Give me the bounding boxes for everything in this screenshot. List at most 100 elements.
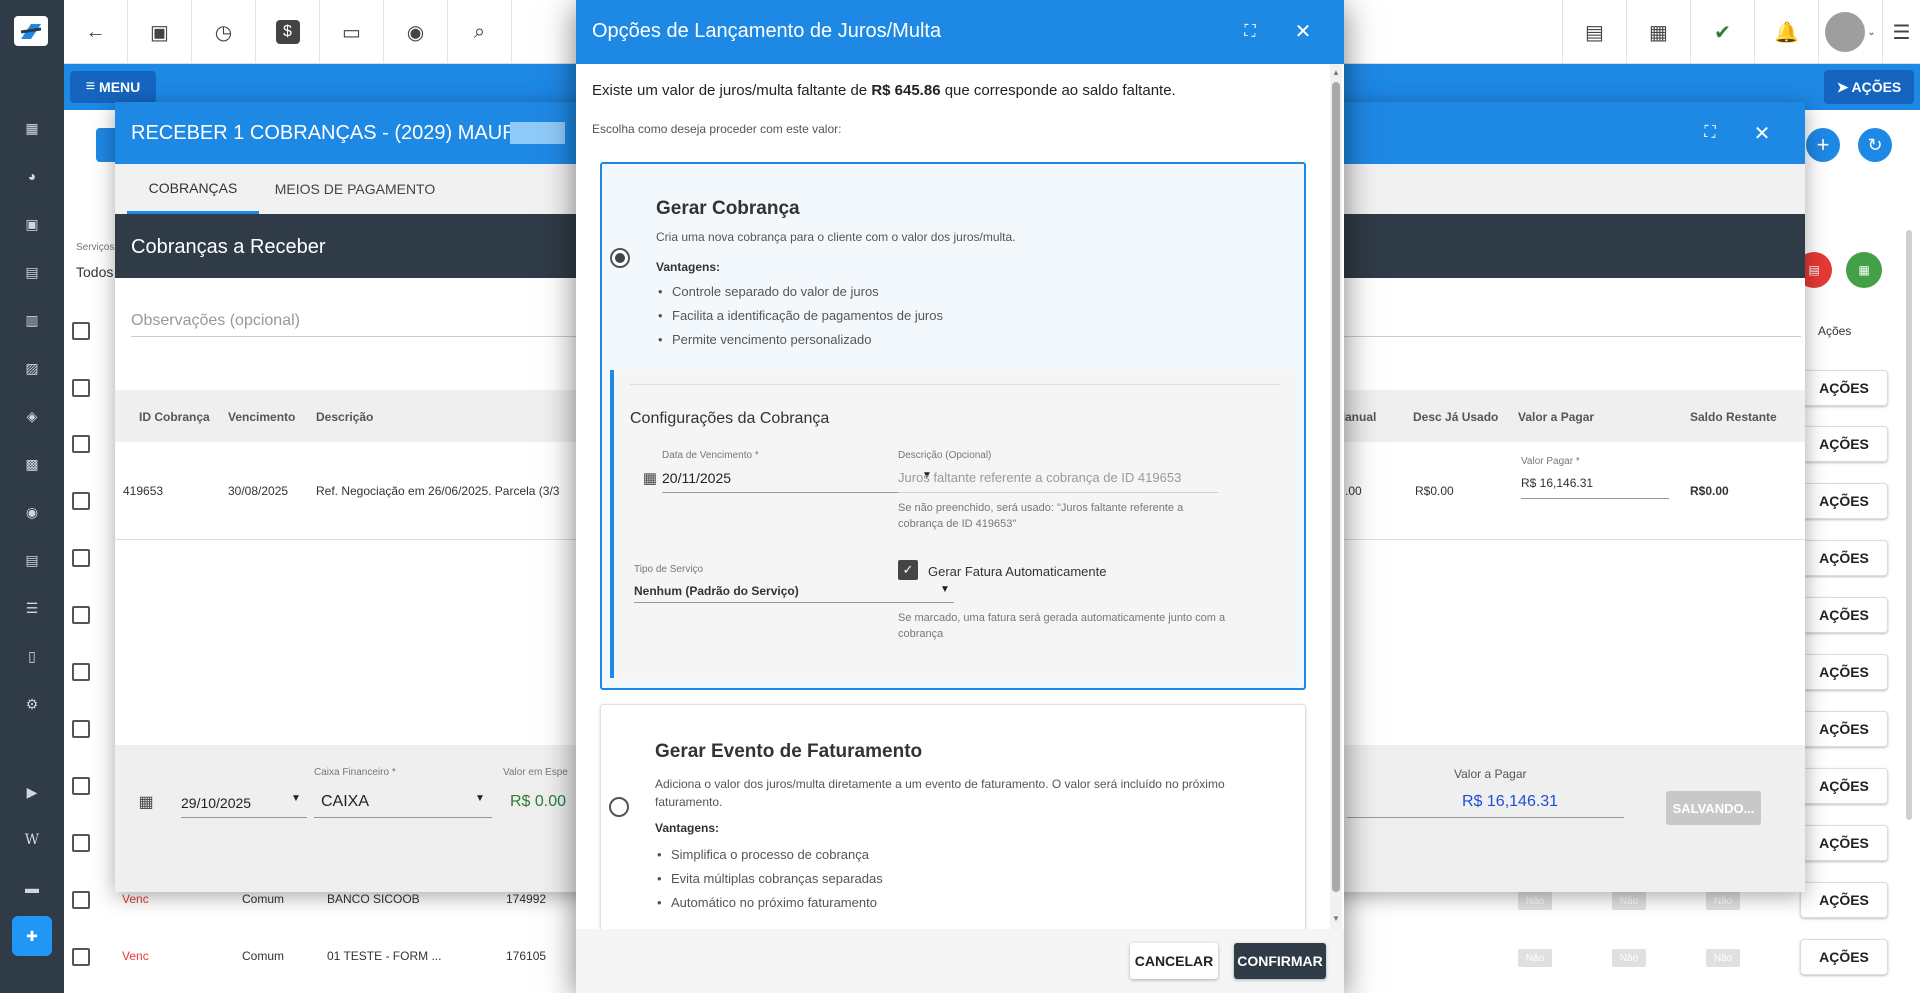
app-logo[interactable] xyxy=(14,16,48,46)
dollar-icon[interactable]: $ xyxy=(256,0,320,64)
menu-button[interactable]: ≡ MENU xyxy=(70,71,156,103)
chat-icon[interactable]: ▬ xyxy=(22,878,42,898)
terminal-icon[interactable]: ▭ xyxy=(320,0,384,64)
chevron-down-icon[interactable]: ▼ xyxy=(291,793,301,804)
refresh-icon[interactable]: ↻ xyxy=(1858,128,1892,162)
acoes-row-button[interactable]: AÇÕES xyxy=(1800,939,1888,975)
book-icon[interactable]: ▤ xyxy=(22,262,42,282)
page-scrollbar[interactable] xyxy=(1906,230,1912,820)
option1-radio[interactable] xyxy=(610,248,630,268)
calendar-icon[interactable]: ▦ xyxy=(640,468,660,488)
obs-input[interactable]: Observações (opcional) xyxy=(131,312,300,330)
acoes-row-button[interactable]: AÇÕES xyxy=(1800,768,1888,804)
contact-icon[interactable]: ▣ xyxy=(22,214,42,234)
calendar-clock-icon[interactable]: ◷ xyxy=(192,0,256,64)
row-checkbox[interactable] xyxy=(72,606,90,624)
row-checkbox[interactable] xyxy=(72,435,90,453)
fatura-checkbox[interactable]: ✓ xyxy=(898,560,918,580)
list-item: Evita múltiplas cobranças separadas xyxy=(655,867,883,891)
document-icon[interactable]: ▤ xyxy=(22,550,42,570)
acoes-row-button[interactable]: AÇÕES xyxy=(1800,483,1888,519)
row-checkbox[interactable] xyxy=(72,891,90,909)
row-checkbox[interactable] xyxy=(72,322,90,340)
acoes-row-button[interactable]: AÇÕES xyxy=(1800,654,1888,690)
especie-input[interactable]: R$ 0.00 xyxy=(510,793,566,811)
acoes-top-button[interactable]: ➤ AÇÕES xyxy=(1824,70,1914,104)
cancel-button[interactable]: CANCELAR xyxy=(1130,943,1218,979)
acoes-row-button[interactable]: AÇÕES xyxy=(1800,540,1888,576)
acoes-row-button[interactable]: AÇÕES xyxy=(1800,597,1888,633)
row-checkbox[interactable] xyxy=(72,834,90,852)
tipo-select[interactable]: Nenhum (Padrão do Serviço) xyxy=(634,584,799,598)
list-menu-icon[interactable]: ☰ xyxy=(1882,0,1920,64)
intro-suffix: que corresponde ao saldo faltante. xyxy=(940,82,1176,99)
back-arrow-icon[interactable]: ← xyxy=(64,0,128,64)
row-checkbox[interactable] xyxy=(72,948,90,966)
row-checkbox[interactable] xyxy=(72,663,90,681)
option-gerar-cobranca[interactable]: Gerar Cobrança Cria uma nova cobrança pa… xyxy=(600,162,1306,690)
calendar-icon[interactable]: ▦ xyxy=(135,791,157,813)
search-icon[interactable]: ⌕ xyxy=(448,0,512,64)
add-icon[interactable]: + xyxy=(1806,128,1840,162)
contact-card-icon[interactable]: ▣ xyxy=(128,0,192,64)
row-checkbox[interactable] xyxy=(72,492,90,510)
pdf-file-icon[interactable]: ▤ xyxy=(1562,0,1626,64)
plugin-icon[interactable]: ✚ xyxy=(12,916,52,956)
option2-radio[interactable] xyxy=(609,797,629,817)
tab-cobrancas[interactable]: COBRANÇAS xyxy=(127,164,259,214)
calendar-icon[interactable]: ▥ xyxy=(22,310,42,330)
scroll-up-icon[interactable]: ▲ xyxy=(1332,68,1340,77)
row-checkbox[interactable] xyxy=(72,379,90,397)
wiki-icon[interactable]: W xyxy=(22,830,42,850)
excel-export-icon[interactable]: ▦ xyxy=(1846,252,1882,288)
bell-alert-icon[interactable]: 🔔 xyxy=(1754,0,1818,64)
footer-valor-input[interactable]: R$ 16,146.31 xyxy=(1462,793,1558,811)
nao-badge: Não xyxy=(1518,949,1552,967)
row-checkbox[interactable] xyxy=(72,549,90,567)
file-icon[interactable]: ▯ xyxy=(22,646,42,666)
valor-pagar-input[interactable]: R$ 16,146.31 xyxy=(1521,476,1593,490)
maximize-icon[interactable]: ⛶ xyxy=(1697,120,1723,146)
dashboard-icon[interactable]: ▦ xyxy=(22,118,42,138)
row-checkbox[interactable] xyxy=(72,720,90,738)
acoes-row-button[interactable]: AÇÕES xyxy=(1800,370,1888,406)
row-checkbox[interactable] xyxy=(72,777,90,795)
option2-title: Gerar Evento de Faturamento xyxy=(655,741,923,762)
scroll-down-icon[interactable]: ▼ xyxy=(1332,914,1340,923)
saving-button[interactable]: SALVANDO... xyxy=(1666,791,1761,825)
date-input[interactable]: 20/11/2025 xyxy=(662,470,731,486)
acoes-row-button[interactable]: AÇÕES xyxy=(1800,882,1888,918)
close-icon[interactable]: ✕ xyxy=(1749,120,1775,146)
close-icon[interactable]: ✕ xyxy=(1290,18,1316,44)
option-gerar-evento[interactable]: Gerar Evento de Faturamento Adiciona o v… xyxy=(600,704,1306,929)
video-icon[interactable]: ▶ xyxy=(22,782,42,802)
desc-input[interactable]: Juros faltante referente a cobrança de I… xyxy=(898,470,1181,485)
filter-value[interactable]: Todos xyxy=(76,264,113,280)
acoes-row-button[interactable]: AÇÕES xyxy=(1800,426,1888,462)
chevron-down-icon[interactable]: ▼ xyxy=(475,793,485,804)
chat-check-icon[interactable]: ✔ xyxy=(1690,0,1754,64)
eye-icon[interactable]: ◉ xyxy=(384,0,448,64)
location-icon[interactable]: ◉ xyxy=(22,502,42,522)
acoes-row-button[interactable]: AÇÕES xyxy=(1800,711,1888,747)
package-icon[interactable]: ◈ xyxy=(22,406,42,426)
pie-chart-icon[interactable]: ◕ xyxy=(22,166,42,186)
intro-prefix: Existe um valor de juros/multa faltante … xyxy=(592,82,872,99)
money-icon[interactable]: ▩ xyxy=(22,454,42,474)
gear-icon[interactable]: ⚙ xyxy=(22,694,42,714)
dialog-scrollbar-thumb[interactable] xyxy=(1332,82,1340,892)
footer-date[interactable]: 29/10/2025 xyxy=(181,795,251,811)
server-icon[interactable]: ☰ xyxy=(22,598,42,618)
chevron-down-icon[interactable]: ▼ xyxy=(940,584,950,595)
building-icon[interactable]: ▨ xyxy=(22,358,42,378)
redacted-name xyxy=(510,122,565,144)
confirm-button[interactable]: CONFIRMAR xyxy=(1234,943,1326,979)
maximize-icon[interactable]: ⛶ xyxy=(1238,20,1262,44)
calendar-grid-icon[interactable]: ▦ xyxy=(1626,0,1690,64)
desc-underline xyxy=(898,492,1218,493)
dialog-scrollbar-track[interactable]: ▲ ▼ xyxy=(1330,64,1342,929)
caixa-select[interactable]: CAIXA xyxy=(321,793,369,811)
avatar[interactable]: ⌄ xyxy=(1818,0,1882,64)
tab-meios-pagamento[interactable]: MEIOS DE PAGAMENTO xyxy=(265,164,445,214)
acoes-row-button[interactable]: AÇÕES xyxy=(1800,825,1888,861)
